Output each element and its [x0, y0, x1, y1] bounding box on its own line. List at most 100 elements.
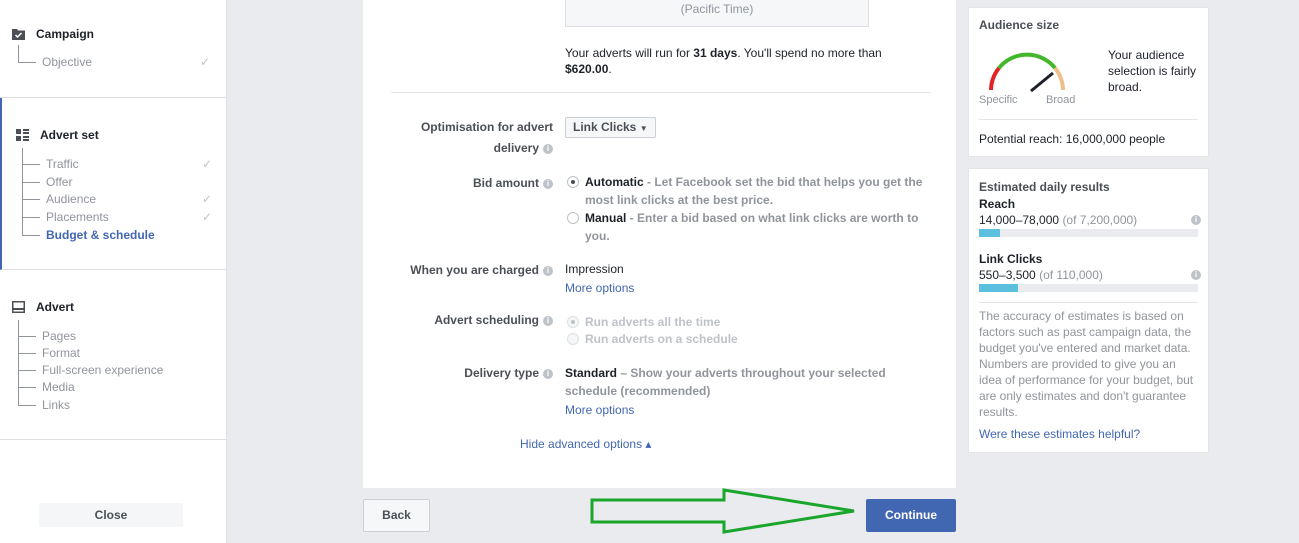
run-mid: . You'll spend no more than [737, 46, 882, 60]
sidebar-item-objective[interactable]: Objective [42, 55, 92, 69]
reach-range: 14,000–78,000 [979, 213, 1060, 227]
check-icon: ✓ [202, 157, 213, 171]
continue-button[interactable]: Continue [866, 499, 956, 532]
tree-stub [18, 353, 36, 354]
tree-stub [22, 199, 40, 200]
tree-stub [18, 405, 36, 406]
gauge-specific-label: Specific [979, 94, 1018, 106]
bid-manual-option[interactable]: Manual - Enter a bid based on what link … [585, 209, 930, 245]
tree-line [22, 148, 23, 235]
close-button[interactable]: Close [39, 503, 183, 527]
clicks-range: 550–3,500 [979, 268, 1036, 282]
link-clicks-bar-fill [979, 284, 1019, 292]
arrow-outline [590, 488, 855, 534]
run-suffix: . [608, 62, 612, 76]
sidebar-item-pages[interactable]: Pages [42, 329, 76, 343]
left-sidebar: Campaign Objective ✓ Advert set Traffic … [0, 0, 227, 543]
sched-schedule-option[interactable]: Run adverts on a schedule [585, 330, 738, 348]
estimated-results-card: Estimated daily results Reach 14,000–78,… [968, 168, 1209, 453]
green-arrow-annotation [590, 488, 855, 534]
info-icon[interactable]: i [1191, 215, 1201, 225]
info-icon[interactable]: i [543, 143, 553, 154]
sidebar-advert-header[interactable]: Advert [12, 300, 74, 314]
reach-total: (of 7,200,000) [1062, 213, 1138, 227]
bid-automatic-radio[interactable] [567, 176, 579, 188]
bid-manual-desc: - Enter a bid based on what link clicks … [585, 211, 919, 243]
folder-check-icon [12, 29, 25, 40]
sidebar-section-campaign: Campaign Objective ✓ [0, 0, 226, 98]
bid-manual-radio[interactable] [567, 212, 579, 224]
optimisation-label: Optimisation for advert delivery i [383, 117, 553, 159]
optimisation-label-line2: delivery [493, 141, 539, 155]
clicks-total: (of 110,000) [1039, 268, 1103, 282]
info-icon[interactable]: i [543, 265, 553, 276]
sidebar-item-full-screen-experience[interactable]: Full-screen experience [42, 363, 163, 377]
sidebar-item-links[interactable]: Links [42, 398, 70, 412]
sidebar-advert-set-title: Advert set [40, 128, 99, 142]
check-icon: ✓ [200, 55, 211, 69]
sidebar-item-media[interactable]: Media [42, 380, 75, 394]
charged-value: Impression [565, 262, 624, 276]
gauge-orange-segment [1053, 66, 1065, 91]
sidebar-section-advert: Advert Pages Format Full-screen experien… [0, 270, 226, 440]
sidebar-advert-set-header[interactable]: Advert set [16, 128, 99, 142]
audience-description: Your audience selection is fairly broad. [1108, 48, 1197, 94]
tree-stub [22, 182, 40, 183]
back-button[interactable]: Back [363, 499, 430, 532]
sidebar-item-budget-schedule[interactable]: Budget & schedule [46, 228, 155, 242]
hide-advanced-options-link[interactable]: Hide advanced options ▴ [520, 437, 651, 451]
gauge-broad-label: Broad [1046, 94, 1076, 106]
card-divider [979, 302, 1198, 303]
reach-label: Reach [979, 197, 1016, 211]
sidebar-advert-title: Advert [36, 300, 75, 314]
info-icon[interactable]: i [543, 368, 553, 379]
budget-schedule-panel: (Pacific Time) Your adverts will run for… [363, 0, 956, 488]
estimates-helpful-link[interactable]: Were these estimates helpful? [979, 427, 1140, 441]
info-icon[interactable]: i [543, 315, 553, 326]
sidebar-item-placements[interactable]: Placements [46, 210, 109, 224]
tree-line [18, 320, 19, 405]
run-days: 31 days [693, 46, 738, 60]
run-prefix: Your adverts will run for [565, 46, 694, 60]
charged-more-options-link[interactable]: More options [565, 281, 634, 295]
check-icon: ✓ [202, 192, 213, 206]
tree-stub [18, 370, 36, 371]
sched-all-radio[interactable] [567, 316, 579, 328]
info-icon[interactable]: i [543, 178, 553, 189]
delivery-label-text: Delivery type [464, 366, 539, 380]
delivery-label: Delivery type i [383, 363, 553, 384]
tree-stub [22, 164, 40, 165]
sidebar-item-traffic[interactable]: Traffic [46, 157, 79, 171]
bid-amount-label-text: Bid amount [473, 176, 539, 190]
card-divider [979, 119, 1198, 120]
info-icon[interactable]: i [1191, 270, 1201, 280]
link-clicks-bar [979, 284, 1198, 292]
gauge-needle [1030, 71, 1054, 93]
link-clicks-values: 550–3,500 (of 110,000) [979, 268, 1103, 282]
tree-stub [18, 62, 36, 63]
optimisation-label-line1: Optimisation for advert [420, 120, 553, 134]
sidebar-item-format[interactable]: Format [42, 346, 80, 360]
bid-automatic-title: Automatic [585, 175, 644, 189]
tree-stub [18, 387, 36, 388]
sidebar-campaign-header[interactable]: Campaign [12, 27, 94, 41]
bid-automatic-option[interactable]: Automatic - Let Facebook set the bid tha… [585, 173, 930, 209]
tree-stub [18, 336, 36, 337]
sidebar-item-offer[interactable]: Offer [46, 175, 72, 189]
delivery-more-options-link[interactable]: More options [565, 403, 634, 417]
sched-schedule-radio[interactable] [567, 333, 579, 345]
sched-all-option[interactable]: Run adverts all the time [585, 313, 720, 331]
link-clicks-label: Link Clicks [979, 252, 1043, 266]
sidebar-item-audience[interactable]: Audience [46, 192, 96, 206]
delivery-value: Standard – Show your adverts throughout … [565, 364, 925, 400]
sidebar-section-advert-set: Advert set Traffic ✓ Offer Audience ✓ Pl… [0, 98, 226, 270]
grid-icon [16, 129, 29, 141]
audience-size-title: Audience size [979, 18, 1060, 32]
optimisation-dropdown[interactable]: Link Clicks ▼ [565, 117, 656, 138]
timezone-field: (Pacific Time) [565, 0, 869, 27]
scheduling-label-text: Advert scheduling [434, 313, 539, 327]
run-amount: $620.00 [565, 62, 609, 76]
run-summary: Your adverts will run for 31 days. You'l… [565, 45, 895, 77]
sidebar-campaign-title: Campaign [36, 27, 95, 41]
delivery-title: Standard [565, 366, 618, 380]
